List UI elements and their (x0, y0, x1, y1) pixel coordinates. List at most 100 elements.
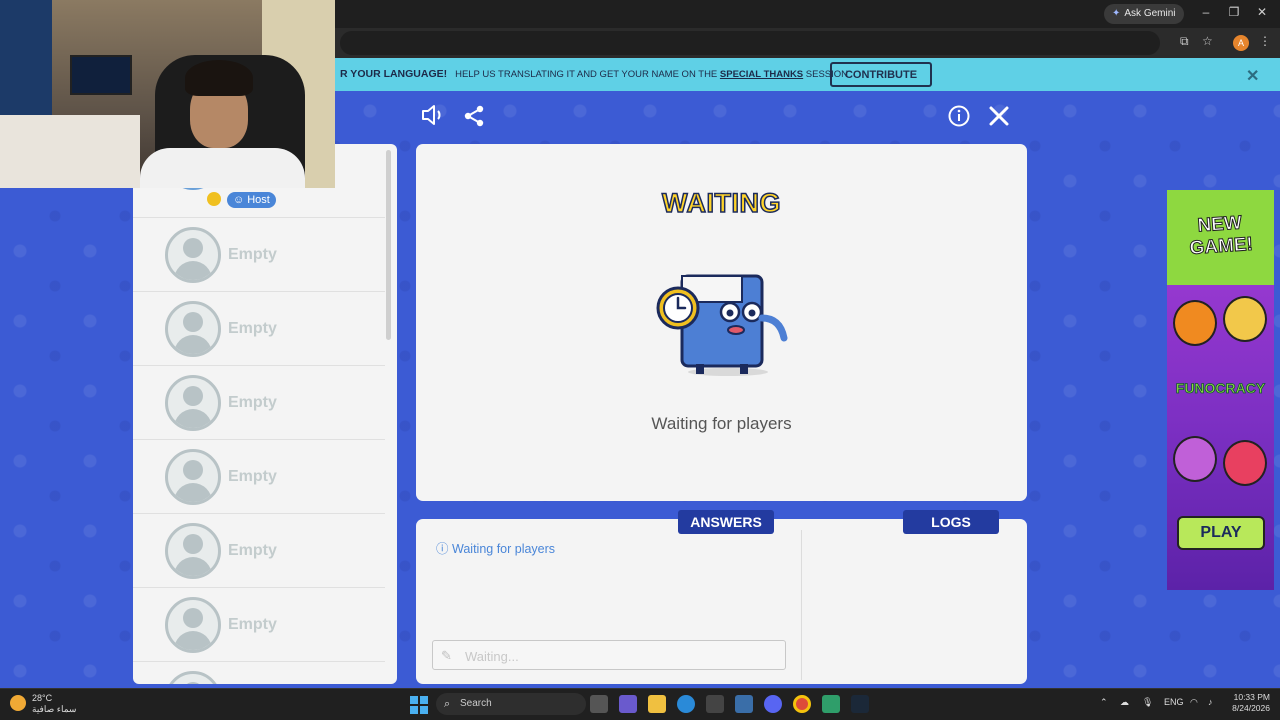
restore-icon[interactable]: ❐ (1224, 5, 1244, 19)
host-label: Host (247, 194, 270, 206)
sound-icon[interactable] (420, 103, 446, 133)
empty-avatar-icon (165, 523, 221, 579)
bearded-character-icon (1173, 436, 1217, 482)
webcam-person-hair (185, 60, 253, 96)
empty-avatar-icon (165, 597, 221, 653)
player-slot-label: Empty (228, 394, 277, 411)
minimize-icon[interactable]: – (1196, 5, 1216, 19)
search-icon: ⌕ (444, 698, 451, 710)
leave-game-close-icon[interactable] (987, 104, 1011, 134)
microphone-icon[interactable]: 🎙 (1142, 697, 1153, 708)
answer-input-placeholder: Waiting... (465, 649, 519, 664)
input-language[interactable]: ENG (1164, 697, 1184, 707)
angry-face-icon (1223, 440, 1267, 486)
address-bar[interactable] (340, 31, 1160, 55)
player-slot-label: Empty (228, 616, 277, 633)
contribute-button[interactable]: CONTRIBUTE (830, 62, 932, 87)
player-slot-label: Empty (228, 542, 277, 559)
empty-avatar-icon (165, 375, 221, 431)
waiting-title: WAITING (661, 187, 781, 219)
chrome-icon[interactable] (793, 695, 811, 713)
answers-info-text: Waiting for players (452, 542, 556, 556)
tab-answers[interactable]: ANSWERS (678, 510, 774, 534)
empty-avatar-icon (165, 671, 221, 684)
store-icon[interactable] (706, 695, 724, 713)
ad-brand: FUNOCRACY (1175, 380, 1266, 397)
clock-time: 10:33 PM (1233, 692, 1270, 702)
empty-avatar-icon (165, 449, 221, 505)
gemini-spark-icon: ✦ (1112, 8, 1121, 19)
player-slot: Empty (133, 440, 385, 514)
discord-icon[interactable] (764, 695, 782, 713)
clock-date: 8/24/2026 (1232, 703, 1270, 713)
taskbar-search-label: Search (460, 698, 492, 709)
info-icon[interactable] (947, 104, 971, 134)
empty-avatar-icon (165, 227, 221, 283)
webcam-person-shirt (140, 148, 305, 188)
profile-avatar[interactable]: A (1233, 35, 1249, 51)
special-thanks-link[interactable]: SPECIAL THANKS (720, 69, 803, 80)
host-status-dot (207, 192, 221, 206)
edge-icon[interactable] (677, 695, 695, 713)
taskbar-clock[interactable]: 10:33 PM 8/24/2026 (1224, 692, 1270, 714)
ask-gemini-label: Ask Gemini (1124, 8, 1176, 19)
share-icon[interactable] (462, 104, 486, 134)
banner-close-icon[interactable]: ✕ (1246, 66, 1259, 86)
answers-logs-divider (801, 530, 802, 680)
windows-start-icon[interactable] (410, 696, 428, 714)
webcam-tv (70, 55, 132, 95)
banner-main-text: HELP US TRANSLATING IT AND GET YOUR NAME… (455, 69, 718, 80)
player-slot-partial (133, 662, 385, 684)
copilot-icon[interactable] (619, 695, 637, 713)
players-panel: Empty Empty Empty Empty Empty Empty (133, 144, 397, 684)
mail-icon[interactable] (735, 695, 753, 713)
ad-play-button[interactable]: PLAY (1177, 516, 1265, 550)
browser-menu-icon[interactable]: ⋮ (1259, 34, 1271, 48)
weather-temperature: 28°C (32, 693, 53, 703)
app-icon[interactable] (822, 695, 840, 713)
player-slot-label: Empty (228, 468, 277, 485)
players-scrollbar[interactable] (386, 150, 391, 340)
task-view-icon[interactable] (590, 695, 608, 713)
network-cloud-icon[interactable]: ☁ (1120, 697, 1129, 708)
crown-smile-icon: ☺ (233, 194, 245, 206)
banner-bold-text: R YOUR LANGUAGE! (340, 68, 448, 80)
player-slot: Empty (133, 218, 385, 292)
blonde-character-icon (1223, 296, 1267, 342)
host-badge: ☺ Host (227, 192, 276, 208)
pencil-icon: ✎ (441, 648, 452, 663)
weather-description: سماء صافية (32, 704, 77, 714)
taskbar-search[interactable]: ⌕ Search (436, 693, 586, 715)
banner-text: R YOUR LANGUAGE! HELP US TRANSLATING IT … (340, 68, 848, 80)
webcam-overlay (0, 0, 335, 188)
answer-input[interactable]: ✎ Waiting... (432, 640, 786, 670)
ask-gemini-button[interactable]: ✦ Ask Gemini (1104, 4, 1184, 24)
windows-taskbar (0, 688, 1280, 720)
player-slot: Empty (133, 292, 385, 366)
tab-logs[interactable]: LOGS (903, 510, 999, 534)
volume-icon[interactable]: ♪ (1208, 697, 1213, 707)
weather-sun-icon (10, 695, 26, 711)
info-circle-icon: ⓘ (436, 542, 449, 556)
player-slot: Empty (133, 588, 385, 662)
install-app-icon[interactable]: ⧉ (1180, 34, 1189, 49)
waiting-mascot-icon (656, 274, 788, 376)
player-slot: Empty (133, 514, 385, 588)
player-slot: Empty (133, 366, 385, 440)
waiting-subtitle: Waiting for players (651, 414, 792, 433)
player-slot-label: Empty (228, 246, 277, 263)
ad-headline: NEW GAME! (1188, 212, 1254, 260)
file-explorer-icon[interactable] (648, 695, 666, 713)
answers-info-line: ⓘ Waiting for players (436, 538, 555, 557)
window-close-icon[interactable]: ✕ (1252, 5, 1272, 19)
player-slot-label: Empty (228, 320, 277, 337)
ad-new-game-block: NEW GAME! (1167, 190, 1274, 285)
advertisement-banner[interactable]: NEW GAME! FUNOCRACY PLAY (1167, 190, 1274, 590)
wifi-icon[interactable]: ◠ (1190, 697, 1198, 708)
steam-icon[interactable] (851, 695, 869, 713)
bookmark-star-icon[interactable]: ☆ (1202, 34, 1213, 48)
tray-chevron-icon[interactable]: ⌃ (1100, 697, 1108, 708)
webcam-bed (0, 115, 140, 188)
empty-avatar-icon (165, 301, 221, 357)
thumbs-up-character-icon (1173, 300, 1217, 346)
